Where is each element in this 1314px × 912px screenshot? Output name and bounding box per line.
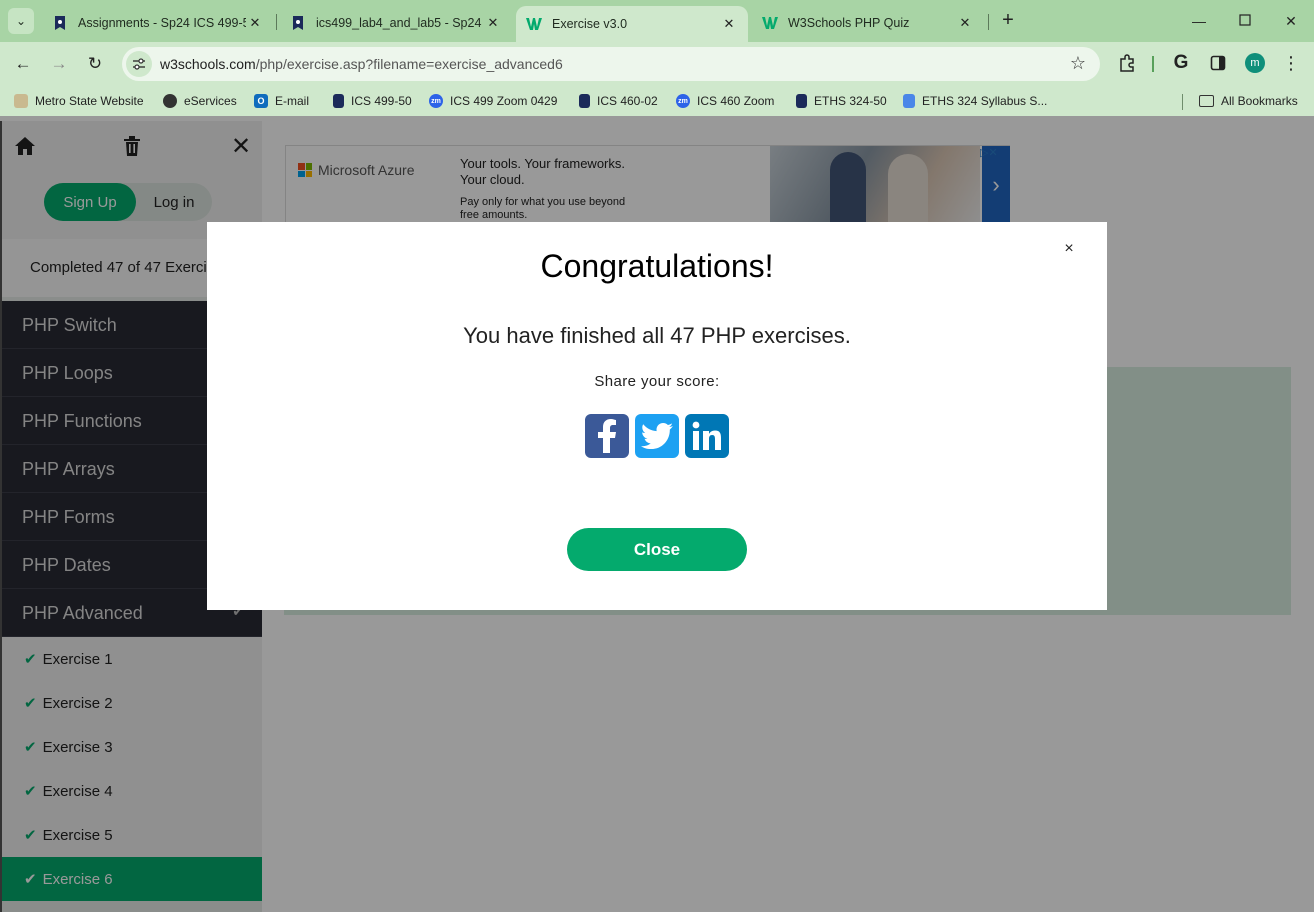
maximize-icon: [1239, 13, 1251, 29]
toolbar-divider: [1152, 56, 1154, 72]
address-bar[interactable]: w3schools.com/php/exercise.asp?filename=…: [122, 47, 1100, 81]
url-host: w3schools.com: [160, 56, 256, 72]
d2l-icon: [52, 15, 68, 31]
profile-initial: m: [1250, 57, 1260, 69]
zoom-icon: zm: [676, 94, 690, 108]
reload-icon: ↻: [87, 54, 103, 73]
tab-exercise[interactable]: Exercise v3.0 ✕: [516, 6, 748, 42]
arrow-left-icon: ←: [14, 54, 32, 73]
bookmark-label: ETHS 324-50: [814, 94, 887, 108]
outlook-icon: O: [254, 94, 268, 108]
arrow-right-icon: →: [50, 54, 68, 73]
minimize-icon: —: [1192, 13, 1206, 29]
tab-php-quiz[interactable]: W3Schools PHP Quiz ✕: [752, 8, 984, 38]
bookmark-metro-state[interactable]: Metro State Website: [14, 92, 144, 110]
close-icon[interactable]: ✕: [956, 15, 974, 31]
new-tab-button[interactable]: +: [996, 8, 1020, 34]
modal-message: You have finished all 47 PHP exercises.: [463, 323, 851, 348]
bookmark-ics460-zoom[interactable]: zm ICS 460 Zoom: [676, 92, 774, 110]
d2l-icon: [579, 94, 590, 108]
browser-toolbar: ← → ↻ w3schools.com/php/exercise.asp?fil…: [0, 42, 1314, 86]
site-info-icon[interactable]: [126, 51, 152, 77]
extensions-icon[interactable]: [1116, 52, 1138, 74]
window-close-button[interactable]: ✕: [1268, 6, 1314, 36]
all-bookmarks-button[interactable]: All Bookmarks: [1199, 92, 1298, 110]
chevron-down-icon: ⌄: [15, 14, 27, 28]
all-bookmarks-label: All Bookmarks: [1221, 94, 1298, 108]
bookmarks-divider: [1182, 94, 1183, 110]
profile-avatar[interactable]: m: [1245, 53, 1265, 73]
bookmark-label: ICS 460 Zoom: [697, 94, 775, 108]
bookmark-label: ICS 499-50: [351, 94, 412, 108]
minimize-button[interactable]: —: [1176, 6, 1222, 36]
close-icon[interactable]: ✕: [484, 15, 502, 31]
tab-ics499-lab[interactable]: ics499_lab4_and_lab5 - Sp24 IC ✕: [280, 8, 512, 38]
forward-button[interactable]: →: [45, 50, 73, 78]
bookmark-ics499[interactable]: ICS 499-50: [333, 92, 412, 110]
w3schools-icon: [526, 16, 542, 32]
linkedin-icon[interactable]: [685, 414, 729, 458]
url-text: w3schools.com/php/exercise.asp?filename=…: [160, 56, 563, 72]
tab-title: W3Schools PHP Quiz: [788, 16, 910, 30]
bookmark-label: ICS 499 Zoom 0429: [450, 94, 558, 108]
folder-icon: [1199, 95, 1214, 107]
bookmark-label: Metro State Website: [35, 94, 144, 108]
close-icon[interactable]: ✕: [246, 15, 264, 31]
tab-assignments[interactable]: Assignments - Sp24 ICS 499-50 ✕: [42, 8, 274, 38]
d2l-icon: [333, 94, 344, 108]
globe-icon: [163, 94, 177, 108]
bookmark-ics460[interactable]: ICS 460-02: [579, 92, 658, 110]
map-icon: [14, 94, 28, 108]
bookmark-label: ICS 460-02: [597, 94, 658, 108]
tab-title: Assignments - Sp24 ICS 499-50: [78, 16, 246, 30]
url-path: /php/exercise.asp?filename=exercise_adva…: [255, 56, 563, 72]
bookmark-label: eServices: [184, 94, 237, 108]
tab-search-button[interactable]: ⌄: [8, 8, 34, 34]
close-button[interactable]: Close: [567, 528, 747, 571]
tab-divider: [988, 14, 989, 30]
maximize-button[interactable]: [1222, 6, 1268, 36]
bookmark-eservices[interactable]: eServices: [163, 92, 237, 110]
star-icon[interactable]: ☆: [1070, 53, 1086, 74]
side-panel-icon[interactable]: [1207, 52, 1229, 74]
d2l-icon: [290, 15, 306, 31]
tab-strip: ⌄ Assignments - Sp24 ICS 499-50 ✕ ics499…: [0, 0, 1314, 42]
back-button[interactable]: ←: [9, 50, 37, 78]
docs-icon: [903, 94, 915, 108]
d2l-icon: [796, 94, 807, 108]
tab-title: Exercise v3.0: [552, 17, 628, 31]
w3schools-icon: [762, 15, 778, 31]
bookmarks-bar: Metro State Website eServices O E-mail I…: [0, 86, 1314, 116]
more-menu-icon[interactable]: ⋮: [1280, 52, 1302, 74]
tab-divider: [276, 14, 277, 30]
modal-title: Congratulations!: [540, 248, 774, 284]
close-icon[interactable]: ✕: [720, 16, 738, 32]
bookmark-ics499-zoom[interactable]: zm ICS 499 Zoom 0429: [429, 92, 557, 110]
zoom-icon: zm: [429, 94, 443, 108]
bookmark-email[interactable]: O E-mail: [254, 92, 309, 110]
google-icon[interactable]: G: [1170, 52, 1192, 74]
reload-button[interactable]: ↻: [81, 50, 109, 78]
share-label: Share your score:: [594, 373, 720, 390]
facebook-icon[interactable]: [585, 414, 629, 458]
bookmark-label: ETHS 324 Syllabus S...: [922, 94, 1048, 108]
bookmark-label: E-mail: [275, 94, 310, 108]
congratulations-modal: × Congratulations! You have finished all…: [207, 222, 1107, 610]
bookmark-eths324-syllabus[interactable]: ETHS 324 Syllabus S...: [903, 92, 1047, 110]
close-icon: ✕: [1285, 12, 1297, 29]
share-buttons: [585, 414, 731, 458]
bookmark-eths324[interactable]: ETHS 324-50: [796, 92, 887, 110]
tab-title: ics499_lab4_and_lab5 - Sp24 IC: [316, 16, 484, 30]
twitter-icon[interactable]: [635, 414, 679, 458]
